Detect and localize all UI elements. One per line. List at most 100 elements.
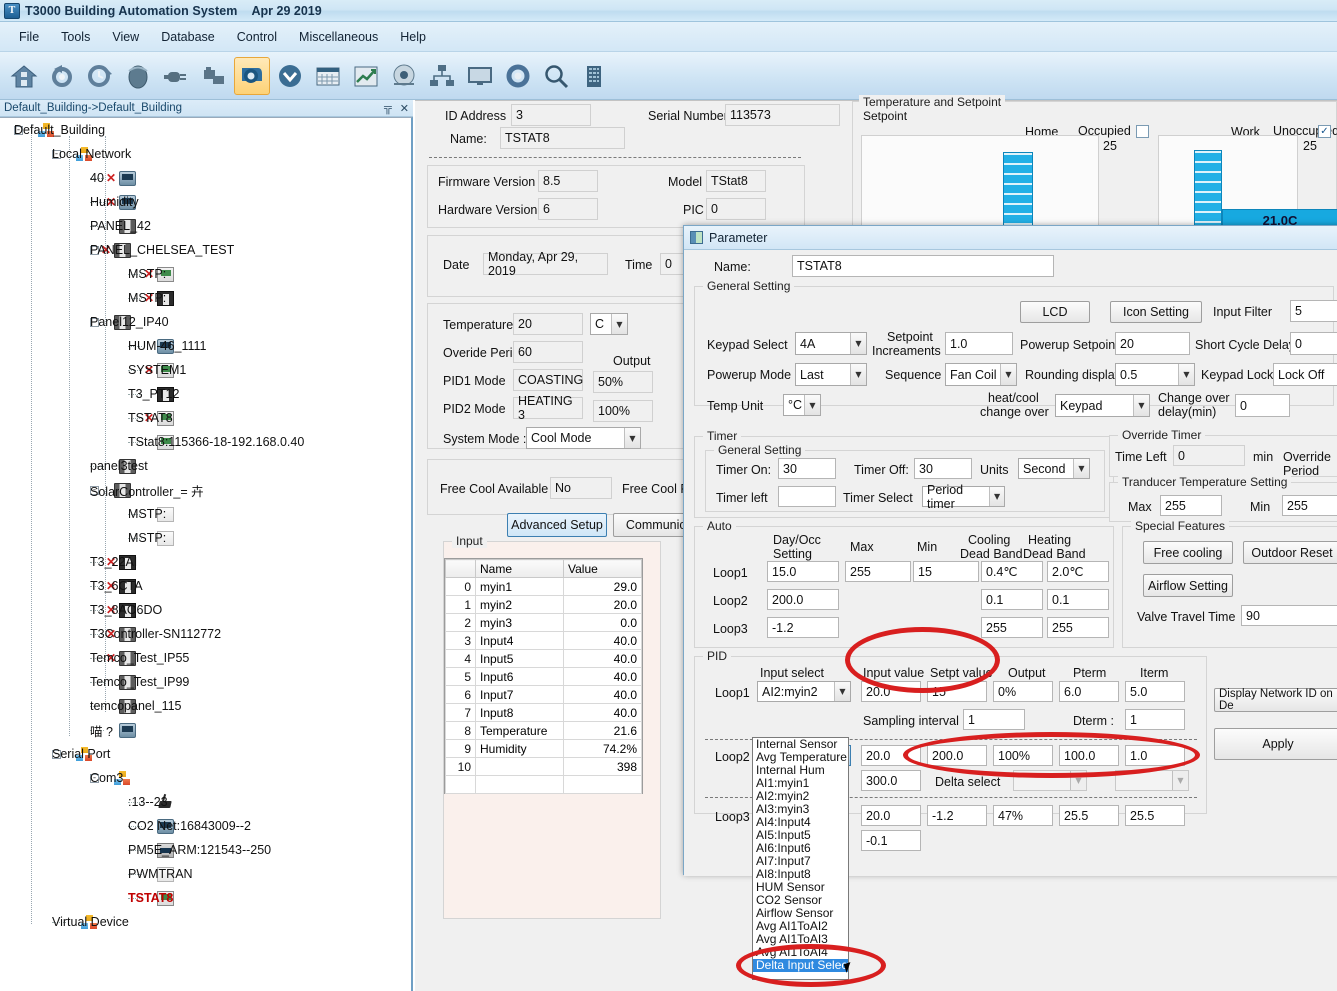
pid2-output-field[interactable]: 100%	[593, 400, 653, 422]
chevron-down-icon[interactable]: ▼	[834, 682, 850, 701]
table-row[interactable]: 8 Temperature 21.6	[445, 721, 642, 740]
tree-item-panel3test[interactable]: panel3test	[0, 454, 411, 478]
pic-field[interactable]: 0	[706, 198, 766, 220]
menu-miscellaneous[interactable]: Miscellaneous	[290, 26, 387, 48]
auto-heating-dead-band-loop2-field[interactable]: 0.1	[1047, 589, 1109, 610]
occupied-checkbox[interactable]	[1136, 125, 1149, 138]
chevron-down-icon[interactable]: ▼	[1178, 364, 1194, 385]
dropdown-item[interactable]: Delta Input Select	[753, 959, 848, 972]
chevron-down-icon[interactable]: ▼	[989, 487, 1004, 506]
tree-item-mstp[interactable]: ✕ MSTP:	[0, 262, 411, 286]
table-row[interactable]: 6 Input7 40.0	[445, 685, 642, 704]
auto-heating-dead-band-loop1-field[interactable]: 2.0℃	[1047, 561, 1109, 582]
tree-item-temcopanel-115[interactable]: temcopanel_115	[0, 694, 411, 718]
auto-cooling-dead-band-loop1-field[interactable]: 0.4℃	[981, 561, 1043, 582]
toolbar-folder-link-button[interactable]	[196, 57, 232, 95]
toolbar-refresh-gear-button[interactable]	[44, 57, 80, 95]
powerup-setpoint-field[interactable]: 20	[1115, 332, 1190, 355]
system-mode-combo[interactable]: Cool Mode ▼	[526, 427, 641, 449]
pid-loop1-output-field[interactable]: 0%	[993, 681, 1053, 702]
timer-on-field[interactable]: 30	[778, 458, 836, 479]
timer-off-field[interactable]: 30	[914, 458, 972, 479]
pid1-output-field[interactable]: 50%	[593, 371, 653, 393]
tree-item-13-23[interactable]: :13--23	[0, 790, 411, 814]
tree-item-humidity[interactable]: ✕ Humidity	[0, 190, 411, 214]
firmware-version-field[interactable]: 8.5	[538, 170, 598, 192]
chevron-down-icon[interactable]: ▼	[1133, 395, 1149, 416]
id-address-field[interactable]: 3	[511, 104, 591, 126]
tree-item-t3-6cta[interactable]: ✕ T3_6CTA	[0, 574, 411, 598]
pid1-mode-field[interactable]: COASTING	[513, 369, 583, 391]
tree-item-mstp[interactable]: MSTP:	[0, 502, 411, 526]
serial-number-field[interactable]: 113573	[725, 104, 840, 126]
tree-item-tstat8-115366-18-192-168-0-40[interactable]: TStat8:115366-18-192.168.0.40	[0, 430, 411, 454]
auto-max-loop1-field[interactable]: 255	[845, 561, 911, 582]
tree-item-40[interactable]: ✕ 40	[0, 166, 411, 190]
pid-loop3-extra-field[interactable]: -0.1	[861, 830, 921, 851]
tree-item-solarcontroller[interactable]: - SolarController_= 卉	[0, 478, 411, 502]
lcd-button[interactable]: LCD	[1020, 301, 1090, 323]
chevron-down-icon[interactable]: ▼	[1070, 771, 1086, 790]
keypad-select-combo[interactable]: 4A ▼	[795, 332, 867, 355]
menu-tools[interactable]: Tools	[52, 26, 99, 48]
table-row[interactable]: 10 398	[445, 757, 642, 776]
auto-min-loop1-field[interactable]: 15	[913, 561, 979, 582]
menu-view[interactable]: View	[103, 26, 148, 48]
pid-loop2-pterm-field[interactable]: 100.0	[1059, 745, 1119, 766]
tree-item-hum-46-1111[interactable]: HUM-46_1111	[0, 334, 411, 358]
table-row[interactable]: 9 Humidity 74.2%	[445, 739, 642, 758]
toolbar-trend-chart-button[interactable]	[348, 57, 384, 95]
toolbar-settings-gear-button[interactable]	[500, 57, 536, 95]
tree-item-pwmtran[interactable]: PWMTRAN	[0, 862, 411, 886]
toolbar-network-button[interactable]	[424, 57, 460, 95]
chevron-down-icon[interactable]: ▼	[1172, 771, 1188, 790]
pid-loop2-setpt-value-field[interactable]: 200.0	[927, 745, 987, 766]
table-row[interactable]	[445, 775, 642, 794]
toolbar-plug-button[interactable]	[158, 57, 194, 95]
menu-control[interactable]: Control	[228, 26, 286, 48]
timer-left-field[interactable]	[778, 486, 836, 507]
pid-loop2-extra-field[interactable]: 300.0	[861, 770, 921, 791]
dlg-name-field[interactable]: TSTAT8	[792, 255, 1054, 277]
delta-select-combo-1[interactable]: ▼	[1013, 770, 1087, 791]
menu-file[interactable]: File	[10, 26, 48, 48]
auto-dayocc-loop2-field[interactable]: 200.0	[767, 589, 839, 610]
pid-loop3-pterm-field[interactable]: 25.5	[1059, 805, 1119, 826]
table-row[interactable]: 0 myin1 29.0	[445, 577, 642, 596]
chevron-down-icon[interactable]: ▼	[1073, 459, 1089, 478]
tree-item-default-building[interactable]: - Default_Building	[0, 118, 411, 142]
pid-loop1-input-select-combo[interactable]: AI2:myin2 ▼	[757, 681, 851, 702]
name-field[interactable]: TSTAT8	[500, 127, 625, 149]
chevron-down-icon[interactable]: ▼	[611, 314, 627, 334]
tree-item-panel-42[interactable]: PANEL_42	[0, 214, 411, 238]
tree-item-local-network[interactable]: - Local Network	[0, 142, 411, 166]
pid-loop2-input-value-field[interactable]: 20.0	[861, 745, 921, 766]
sampling-interval-field[interactable]: 1	[963, 709, 1025, 730]
airflow-setting-button[interactable]: Airflow Setting	[1143, 574, 1233, 597]
toolbar-blower-button[interactable]	[234, 56, 270, 95]
toolbar-home-button[interactable]	[6, 57, 42, 95]
sequence-combo[interactable]: Fan Coil ▼	[945, 363, 1017, 386]
outdoor-reset-button[interactable]: Outdoor Reset	[1243, 541, 1337, 564]
input-filter-field[interactable]: 5	[1290, 300, 1337, 322]
display-network-id-button[interactable]: Display Network ID on De	[1214, 688, 1337, 712]
heatcool-changeover-combo[interactable]: Keypad ▼	[1055, 394, 1150, 417]
timer-select-combo[interactable]: Period timer ▼	[922, 483, 1005, 511]
timer-units-combo[interactable]: Second ▼	[1018, 458, 1090, 479]
tree-item-pm5e-arm-121543-250[interactable]: PM5E_ARM:121543--250	[0, 838, 411, 862]
tree-item-t3-22ai[interactable]: ✕ T3_22AI	[0, 550, 411, 574]
pid-loop1-iterm-field[interactable]: 5.0	[1125, 681, 1185, 702]
pid-loop1-input-value-field[interactable]: 20.0	[861, 681, 921, 702]
table-row[interactable]: 5 Input6 40.0	[445, 667, 642, 686]
overide-period-field[interactable]: 60	[513, 341, 583, 363]
tree-item-mstp[interactable]: MSTP:	[0, 526, 411, 550]
device-tree[interactable]: - Default_Building - Local Network ✕ 40 ✕ Humid…	[0, 117, 413, 991]
menu-database[interactable]: Database	[152, 26, 224, 48]
tree-item-co2-net-16843009-2[interactable]: CO2 Net:16843009--2	[0, 814, 411, 838]
pid-loop3-setpt-value-field[interactable]: -1.2	[927, 805, 987, 826]
unoccupied-checkbox[interactable]: ✓	[1318, 125, 1331, 138]
advanced-setup-button[interactable]: Advanced Setup	[507, 513, 607, 537]
model-field[interactable]: TStat8	[706, 170, 766, 192]
tranducer-max-field[interactable]: 255	[1160, 495, 1222, 516]
chevron-down-icon[interactable]: ▼	[1000, 364, 1016, 385]
